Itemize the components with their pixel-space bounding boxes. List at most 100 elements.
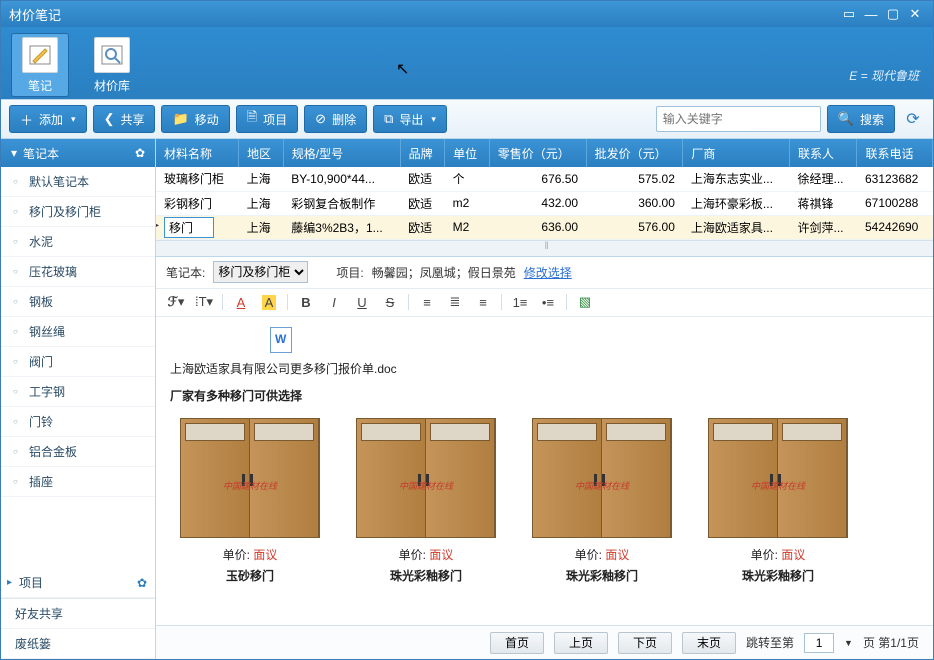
editor-body[interactable]: 上海欧适家具有限公司更多移门报价单.doc 厂家有多种移门可供选择 中国建材在线… bbox=[156, 317, 933, 626]
search-button[interactable]: 🔍搜索 bbox=[827, 105, 895, 133]
title-bar: 材价笔记 ▭ — ▢ ✕ bbox=[1, 1, 933, 27]
list-bullet-button[interactable]: •≡ bbox=[538, 292, 558, 312]
sidebar-item[interactable]: 钢板 bbox=[1, 287, 155, 317]
horizontal-scrollbar[interactable] bbox=[156, 240, 933, 256]
notebook-label: 笔记本: bbox=[166, 264, 205, 281]
refresh-button[interactable]: ⟳ bbox=[901, 107, 925, 131]
table-header[interactable]: 品牌 bbox=[400, 139, 445, 167]
sidebar-header-notebook[interactable]: ▾ 笔记本 ✿ bbox=[1, 139, 155, 167]
delete-icon: ⊘ bbox=[315, 111, 326, 127]
modify-selection-link[interactable]: 修改选择 bbox=[524, 264, 572, 281]
share-button[interactable]: ❮共享 bbox=[93, 105, 156, 133]
align-right-button[interactable]: ≡ bbox=[473, 292, 493, 312]
export-button[interactable]: ⧉导出▾ bbox=[373, 105, 447, 133]
ribbon-tab-notes[interactable]: 笔记 bbox=[11, 33, 69, 97]
underline-button[interactable]: U bbox=[352, 292, 372, 312]
sidebar-list: 默认笔记本移门及移门柜水泥压花玻璃钢板钢丝绳阀门工字钢门铃铝合金板插座 bbox=[1, 167, 155, 568]
delete-button[interactable]: ⊘删除 bbox=[304, 105, 367, 133]
chevron-down-icon: ▾ bbox=[431, 114, 436, 125]
project-button[interactable]: 🗎项目 bbox=[236, 105, 298, 133]
table-header[interactable]: 联系人 bbox=[790, 139, 857, 167]
close-button[interactable]: ✕ bbox=[905, 6, 925, 22]
align-left-button[interactable]: ≡ bbox=[417, 292, 437, 312]
main-toolbar: ＋添加▾ ❮共享 📁移动 🗎项目 ⊘删除 ⧉导出▾ 🔍搜索 ⟳ bbox=[1, 99, 933, 139]
next-page-button[interactable]: 下页 bbox=[618, 632, 672, 654]
note-meta-bar: 笔记本: 移门及移门柜 项目: 畅馨园；凤凰城；假日景苑 修改选择 bbox=[156, 257, 933, 289]
door-image: 中国建材在线 bbox=[532, 418, 672, 538]
sidebar-item[interactable]: 钢丝绳 bbox=[1, 317, 155, 347]
table-header[interactable]: 单位 bbox=[445, 139, 490, 167]
table-row[interactable]: ▸移门上海藤编3%2B3，1...欧适M2636.00576.00上海欧适家具.… bbox=[156, 215, 933, 239]
door-item[interactable]: 中国建材在线单价: 面议珠光彩釉移门 bbox=[532, 418, 672, 584]
sidebar-item[interactable]: 门铃 bbox=[1, 407, 155, 437]
door-gallery: 中国建材在线单价: 面议玉砂移门中国建材在线单价: 面议珠光彩釉移门中国建材在线… bbox=[170, 414, 919, 588]
sidebar-item-friendshare[interactable]: 好友共享 bbox=[1, 599, 155, 629]
table-header[interactable]: 零售价（元） bbox=[489, 139, 586, 167]
bold-button[interactable]: B bbox=[296, 292, 316, 312]
sidebar-item[interactable]: 阀门 bbox=[1, 347, 155, 377]
door-item[interactable]: 中国建材在线单价: 面议珠光彩釉移门 bbox=[708, 418, 848, 584]
materials-table: 材料名称地区规格/型号品牌单位零售价（元）批发价（元）厂商联系人联系电话 玻璃移… bbox=[156, 139, 933, 257]
word-doc-icon[interactable] bbox=[270, 327, 292, 353]
door-image: 中国建材在线 bbox=[708, 418, 848, 538]
brand-label: E = 现代鲁班 bbox=[849, 67, 919, 84]
sidebar-item[interactable]: 插座 bbox=[1, 467, 155, 497]
sidebar-item[interactable]: 压花玻璃 bbox=[1, 257, 155, 287]
table-row[interactable]: 彩钢移门上海彩钢复合板制作欧适m2432.00360.00上海环豪彩板...蒋祺… bbox=[156, 191, 933, 215]
insert-image-button[interactable]: ▧ bbox=[575, 292, 595, 312]
doc-filename: 上海欧适家具有限公司更多移门报价单.doc bbox=[170, 360, 919, 377]
door-name: 珠光彩釉移门 bbox=[390, 567, 462, 584]
table-header[interactable]: 地区 bbox=[239, 139, 284, 167]
align-center-button[interactable]: ≣ bbox=[445, 292, 465, 312]
first-page-button[interactable]: 首页 bbox=[490, 632, 544, 654]
font-family-button[interactable]: ℱ▾ bbox=[166, 292, 186, 312]
sidebar-item[interactable]: 默认笔记本 bbox=[1, 167, 155, 197]
italic-button[interactable]: I bbox=[324, 292, 344, 312]
sidebar-item-trash[interactable]: 废纸篓 bbox=[1, 629, 155, 659]
sidebar-item[interactable]: 移门及移门柜 bbox=[1, 197, 155, 227]
minimize-button[interactable]: — bbox=[861, 6, 881, 22]
editor-headline: 厂家有多种移门可供选择 bbox=[170, 387, 919, 404]
sidebar-item[interactable]: 铝合金板 bbox=[1, 437, 155, 467]
sidebar-item-project[interactable]: 项目 ✿ bbox=[1, 568, 155, 598]
move-button[interactable]: 📁移动 bbox=[161, 105, 229, 133]
jump-label: 跳转至第 bbox=[746, 634, 794, 651]
strikethrough-button[interactable]: S bbox=[380, 292, 400, 312]
prev-page-button[interactable]: 上页 bbox=[554, 632, 608, 654]
ribbon: 笔记 材价库 ↖ E = 现代鲁班 bbox=[1, 27, 933, 99]
table-header[interactable]: 联系电话 bbox=[857, 139, 933, 167]
sidebar-item[interactable]: 水泥 bbox=[1, 227, 155, 257]
door-price: 单价: 面议 bbox=[575, 546, 630, 563]
table-header[interactable]: 材料名称 bbox=[156, 139, 239, 167]
last-page-button[interactable]: 末页 bbox=[682, 632, 736, 654]
door-name: 珠光彩釉移门 bbox=[742, 567, 814, 584]
page-input[interactable] bbox=[804, 633, 834, 653]
table-header[interactable]: 规格/型号 bbox=[283, 139, 400, 167]
gear-icon[interactable]: ✿ bbox=[137, 576, 147, 590]
table-row[interactable]: 玻璃移门柜上海BY-10,900*44...欧适个676.50575.02上海东… bbox=[156, 167, 933, 191]
export-icon: ⧉ bbox=[384, 111, 393, 127]
pager: 首页 上页 下页 末页 跳转至第 ▼ 页 第1/1页 bbox=[156, 625, 933, 659]
maximize-button[interactable]: ▢ bbox=[883, 6, 903, 22]
highlight-button[interactable]: A bbox=[259, 292, 279, 312]
add-button[interactable]: ＋添加▾ bbox=[9, 105, 87, 133]
door-image: 中国建材在线 bbox=[180, 418, 320, 538]
library-icon bbox=[94, 37, 130, 73]
gear-icon[interactable]: ✿ bbox=[135, 146, 145, 160]
list-ordered-button[interactable]: 1≡ bbox=[510, 292, 530, 312]
ribbon-tab-library[interactable]: 材价库 bbox=[83, 33, 141, 97]
table-header[interactable]: 批发价（元） bbox=[586, 139, 683, 167]
door-item[interactable]: 中国建材在线单价: 面议玉砂移门 bbox=[180, 418, 320, 584]
refresh-icon: ⟳ bbox=[906, 109, 919, 129]
font-size-button[interactable]: ⁞T▾ bbox=[194, 292, 214, 312]
font-color-button[interactable]: A bbox=[231, 292, 251, 312]
door-price: 单价: 面议 bbox=[223, 546, 278, 563]
page-status: 页 第1/1页 bbox=[863, 634, 919, 651]
notebook-select[interactable]: 移门及移门柜 bbox=[213, 261, 308, 283]
door-item[interactable]: 中国建材在线单价: 面议珠光彩釉移门 bbox=[356, 418, 496, 584]
door-price: 单价: 面议 bbox=[751, 546, 806, 563]
tray-button[interactable]: ▭ bbox=[839, 6, 859, 22]
sidebar-item[interactable]: 工字钢 bbox=[1, 377, 155, 407]
search-input[interactable] bbox=[656, 106, 821, 132]
table-header[interactable]: 厂商 bbox=[683, 139, 790, 167]
